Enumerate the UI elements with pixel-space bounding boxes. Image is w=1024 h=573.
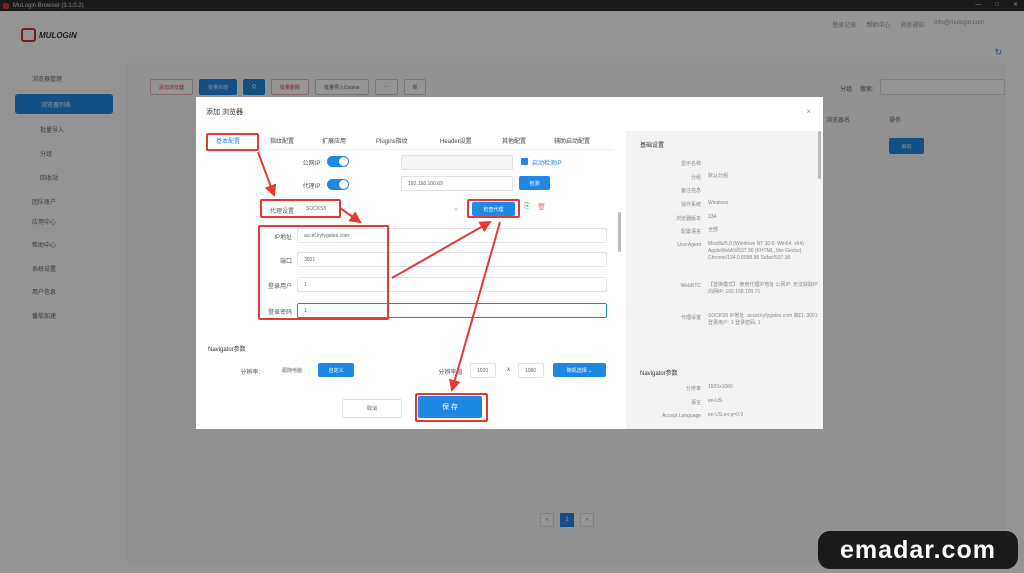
arrow-check-to-save <box>448 221 501 392</box>
annotation-arrows <box>257 151 501 392</box>
watermark: emadar.com <box>818 531 1018 569</box>
arrow-fields-to-check <box>391 221 492 279</box>
arrow-proxy-to-fields <box>339 207 362 224</box>
arrow-tab-to-proxy <box>257 151 277 197</box>
